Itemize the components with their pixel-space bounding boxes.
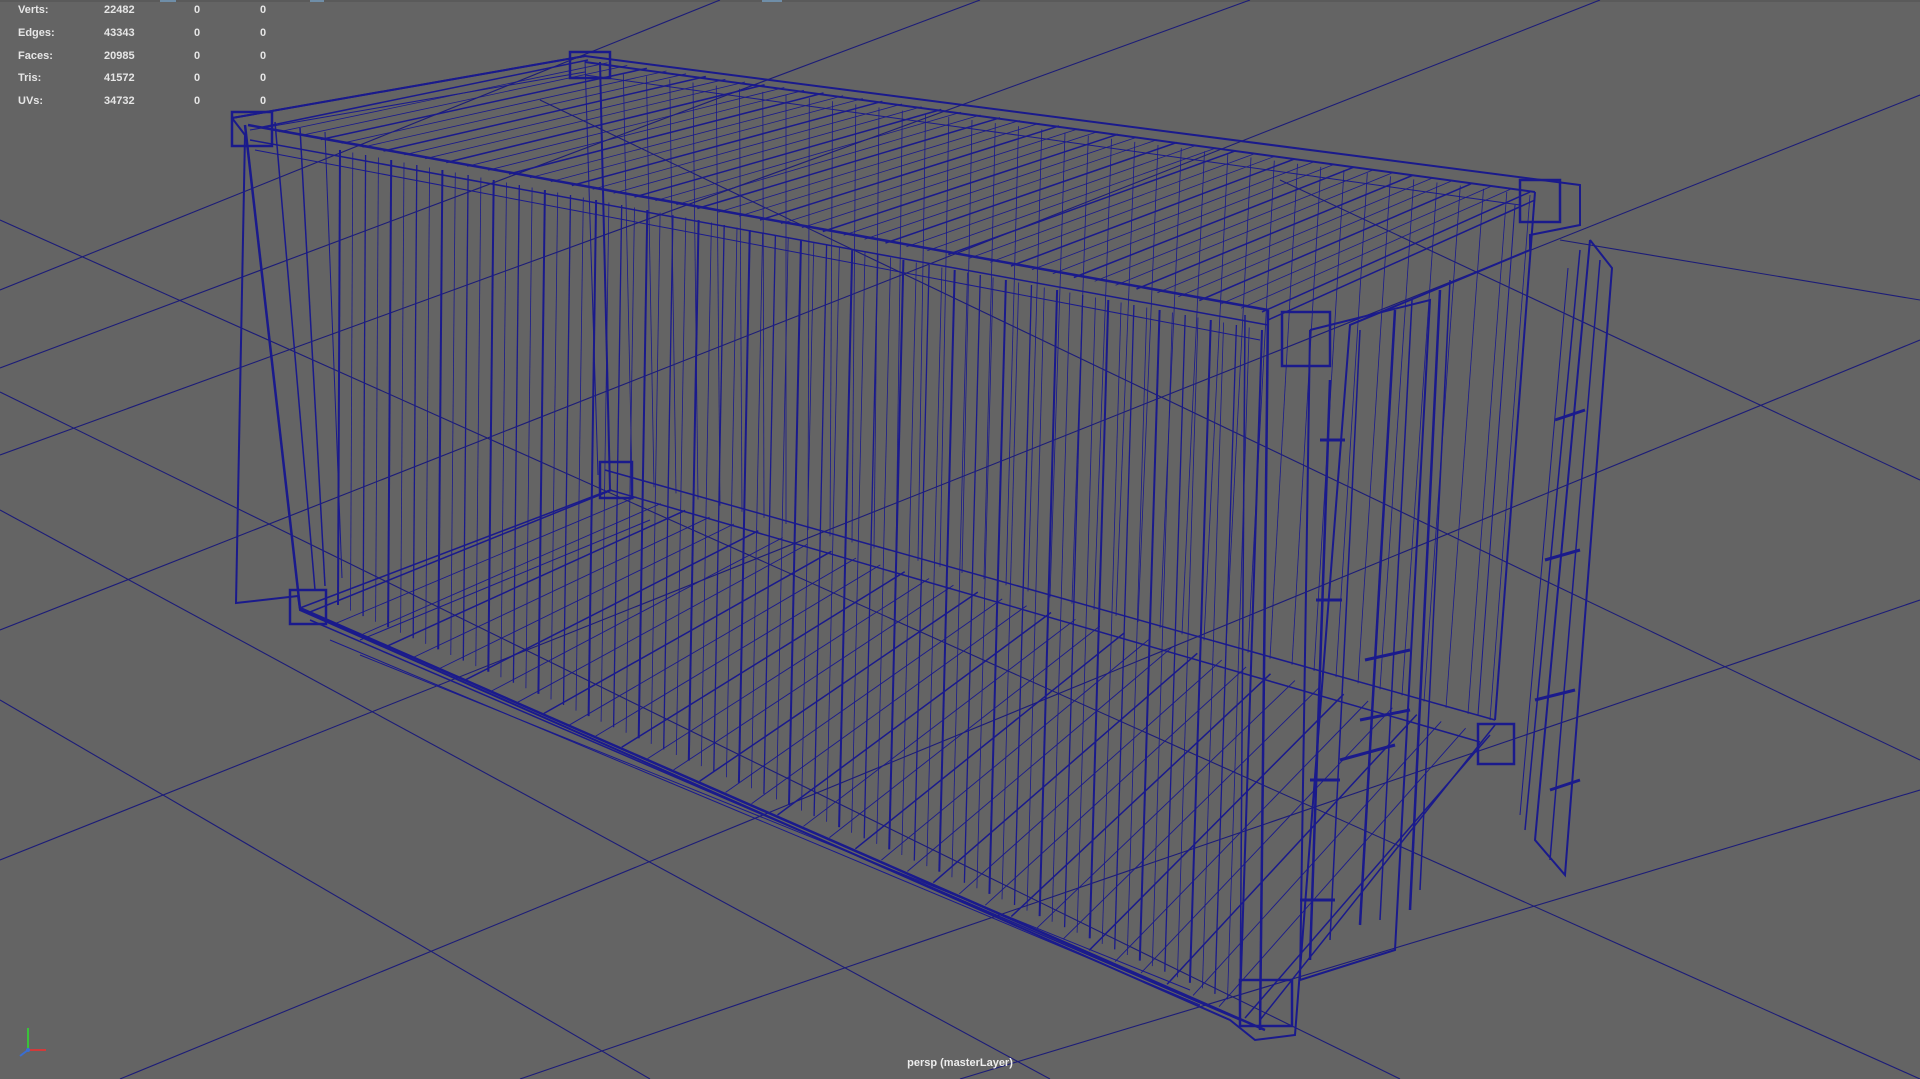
hud-label: Edges:: [18, 26, 55, 39]
perspective-viewport[interactable]: Verts: 22482 0 0 Edges: 43343 0 0 Faces:…: [0, 0, 1920, 1079]
container-roof-ribs: [257, 59, 1531, 313]
hud-selected: 0: [194, 95, 201, 108]
hud-total: 34732: [104, 95, 135, 108]
container-corrugation: [337, 69, 1531, 1006]
hud-components: 0: [260, 95, 267, 108]
hud-components: 0: [260, 72, 267, 85]
hud-selected: 0: [194, 49, 201, 62]
container-floor-ribs: [309, 489, 1491, 1019]
hud-label: Faces:: [18, 49, 53, 62]
hud-components: 0: [260, 4, 267, 16]
hud-total: 20985: [104, 49, 135, 62]
hud-label: Verts:: [18, 4, 49, 16]
camera-label: persp (masterLayer): [907, 1057, 1013, 1069]
hud-components: 0: [260, 26, 267, 39]
hud-total: 22482: [104, 4, 135, 16]
view-axis-icon: [19, 1028, 46, 1057]
hud-label: Tris:: [18, 72, 42, 85]
hud-components: 0: [260, 49, 267, 62]
hud-selected: 0: [194, 26, 201, 39]
hud-total: 41572: [104, 72, 135, 85]
viewport-canvas[interactable]: [0, 0, 1920, 1079]
hud-selected: 0: [194, 4, 201, 16]
hud-selected: 0: [194, 72, 201, 85]
hud-total: 43343: [104, 26, 135, 39]
ground-grid: [0, 0, 1920, 1079]
hud-label: UVs:: [18, 95, 44, 108]
